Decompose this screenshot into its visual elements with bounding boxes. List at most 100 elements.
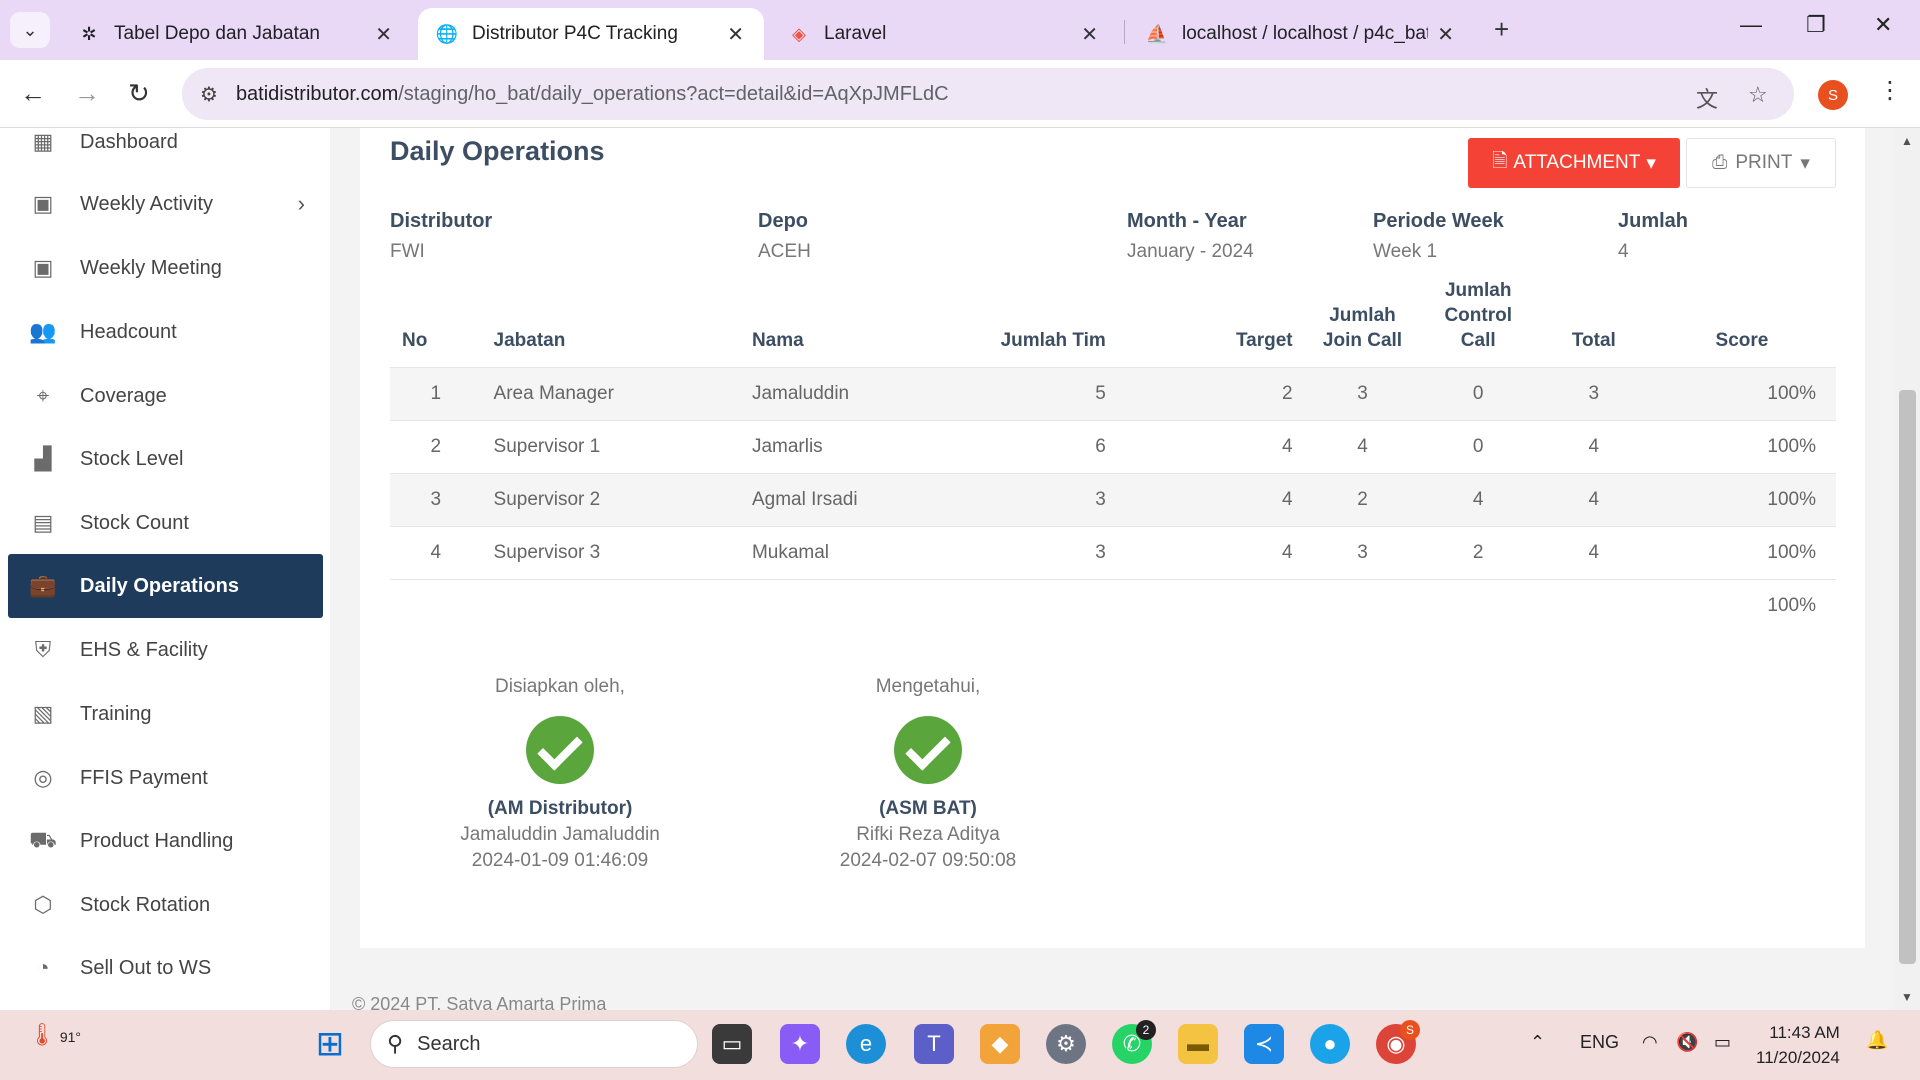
wifi-icon[interactable]: ◠ — [1642, 1032, 1658, 1053]
meta-value: FWI — [390, 241, 425, 262]
sidebar-item-daily-operations[interactable]: 💼 Daily Operations — [8, 554, 323, 618]
copilot-icon[interactable]: ✦ — [780, 1024, 820, 1064]
language-indicator[interactable]: ENG — [1580, 1032, 1619, 1053]
close-icon[interactable]: ✕ — [727, 22, 744, 47]
browser-tab-bar: ⌄ ✲ Tabel Depo dan Jabatan ✕ 🌐 Distribut… — [0, 0, 1920, 60]
tab-title: Laravel — [824, 23, 887, 44]
sidebar-item-stock-rotation[interactable]: ⬡ Stock Rotation — [8, 873, 323, 937]
cell-join-call: 4 — [1304, 420, 1421, 474]
print-button[interactable]: ⎙ PRINT ▾ — [1686, 138, 1836, 188]
sidebar-item-stock-count[interactable]: ▤ Stock Count — [8, 491, 323, 555]
sidebar-item-label: EHS & Facility — [80, 638, 208, 661]
sidebar-item-coverage[interactable]: ⌖ Coverage — [8, 364, 323, 428]
file-explorer-icon[interactable]: ▬ — [1178, 1024, 1218, 1064]
sidebar-item-dashboard[interactable]: ▦ Dashboard — [8, 128, 323, 174]
tray-expand-icon[interactable]: ⌃ — [1530, 1032, 1545, 1053]
phpstorm-icon[interactable]: ● — [1310, 1024, 1350, 1064]
cell-no: 3 — [390, 473, 482, 527]
cell-score: 100% — [1651, 420, 1836, 474]
forward-icon[interactable]: → — [74, 78, 100, 109]
vscode-icon[interactable]: ≺ — [1244, 1024, 1284, 1064]
sidebar-item-ehs-facility[interactable]: ⛨ EHS & Facility — [8, 618, 323, 682]
attachment-button[interactable]: 🗎 ATTACHMENT ▾ — [1468, 138, 1680, 188]
restore-button[interactable]: ❐ — [1806, 12, 1826, 38]
tab-laravel[interactable]: ◈ Laravel ✕ — [770, 8, 1118, 60]
scroll-down-arrow-icon[interactable]: ▼ — [1901, 990, 1913, 1004]
tab-distributor-p4c[interactable]: 🌐 Distributor P4C Tracking ✕ — [418, 8, 764, 60]
speaker-muted-icon[interactable]: 🔇 — [1676, 1032, 1698, 1053]
th-target: Target — [1117, 278, 1305, 368]
url-input[interactable]: ⚙ batidistributor.com/staging/ho_bat/dai… — [182, 68, 1794, 120]
new-tab-button[interactable]: + — [1494, 14, 1509, 45]
clock[interactable]: 11:43 AM 11/20/2024 — [1756, 1020, 1840, 1070]
sidebar-item-sell-out[interactable]: ◔ Sell Out to WS — [8, 936, 323, 1000]
th-control-call: Jumlah Control Call — [1420, 278, 1537, 368]
tab-title: Distributor P4C Tracking — [472, 23, 678, 44]
cell-target: 4 — [1117, 526, 1305, 580]
sidebar-item-product-handling[interactable]: ⛟ Product Handling — [8, 809, 323, 873]
close-icon[interactable]: ✕ — [1437, 22, 1454, 47]
browser-menu-icon[interactable]: ⋮ — [1878, 76, 1902, 105]
reload-icon[interactable]: ↻ — [128, 78, 150, 109]
edge-icon[interactable]: e — [846, 1024, 886, 1064]
sidebar-item-headcount[interactable]: 👥 Headcount — [8, 300, 323, 364]
scroll-thumb[interactable] — [1899, 390, 1916, 964]
page-content: ▦ Dashboard ▣ Weekly Activity › ▣ Weekly… — [0, 128, 1920, 1010]
hand-truck-icon: ⛟ — [29, 826, 57, 852]
translate-icon[interactable]: 文 — [1696, 82, 1718, 114]
cell-join-call: 3 — [1304, 367, 1421, 421]
sidebar-item-stock-level[interactable]: ▟ Stock Level — [8, 427, 323, 491]
people-icon: 👥 — [29, 319, 57, 344]
close-window-button[interactable]: ✕ — [1874, 12, 1892, 38]
cell-jabatan: Area Manager — [481, 367, 740, 421]
cell-join-call: 3 — [1304, 526, 1421, 580]
close-icon[interactable]: ✕ — [375, 22, 392, 47]
table-row: 2 Supervisor 1 Jamarlis 6 4 4 0 4 100% — [390, 420, 1836, 474]
scroll-up-arrow-icon[interactable]: ▲ — [1901, 134, 1913, 148]
cell-score: 100% — [1651, 473, 1836, 527]
cell-control-call: 0 — [1420, 367, 1537, 421]
sidebar-item-label: Weekly Meeting — [80, 256, 222, 279]
operations-table: No Jabatan Nama Jumlah Tim Target Jumlah… — [390, 278, 1836, 633]
teams-icon[interactable]: T — [914, 1024, 954, 1064]
sidebar-item-label: Product Handling — [80, 829, 234, 852]
payment-icon: ◎ — [33, 765, 53, 790]
cell-jumlah-tim: 5 — [988, 367, 1118, 421]
profile-avatar[interactable]: S — [1818, 80, 1848, 110]
cell-jabatan: Supervisor 3 — [481, 526, 740, 580]
chevron-right-icon: › — [297, 191, 305, 216]
sidebar-item-label: Training — [80, 702, 152, 725]
tab-search-button[interactable]: ⌄ — [10, 12, 50, 48]
th-total: Total — [1536, 278, 1652, 368]
sidebar-item-weekly-activity[interactable]: ▣ Weekly Activity › — [8, 172, 323, 236]
sidebar-item-label: Coverage — [80, 384, 167, 407]
battery-icon[interactable]: ▭ — [1714, 1032, 1731, 1053]
chevron-down-icon: ⌄ — [22, 19, 38, 40]
sidebar-item-ffis-payment[interactable]: ◎ FFIS Payment — [8, 746, 323, 810]
task-view-icon[interactable]: ▭ — [712, 1024, 752, 1064]
back-icon[interactable]: ← — [20, 78, 46, 109]
site-info-icon[interactable]: ⚙ — [200, 82, 218, 107]
taskbar-search[interactable]: ⚲ Search — [370, 1020, 698, 1068]
close-icon[interactable]: ✕ — [1081, 22, 1098, 47]
meta-value: January - 2024 — [1127, 241, 1254, 262]
tab-phpmyadmin[interactable]: ⛵ localhost / localhost / p4c_bat2 ✕ — [1128, 8, 1474, 60]
windows-start-icon[interactable]: ⊞ — [310, 1024, 350, 1064]
shield-icon: ⛨ — [34, 637, 52, 662]
git-icon[interactable]: ◆ — [980, 1024, 1020, 1064]
tab-tabel-depo[interactable]: ✲ Tabel Depo dan Jabatan ✕ — [60, 8, 412, 60]
page-footer: © 2024 PT. Satya Amarta Prima — [352, 994, 607, 1010]
sidebar-item-weekly-meeting[interactable]: ▣ Weekly Meeting — [8, 236, 323, 300]
sidebar-item-training[interactable]: ▧ Training — [8, 682, 323, 746]
settings-icon[interactable]: ⚙ — [1046, 1024, 1086, 1064]
notification-bell-icon[interactable]: 🔔 — [1866, 1030, 1888, 1051]
page-scrollbar[interactable]: ▲ ▼ — [1895, 128, 1920, 1010]
url-text: batidistributor.com/staging/ho_bat/daily… — [236, 83, 949, 106]
minimize-button[interactable]: — — [1740, 12, 1762, 38]
weather-widget[interactable]: 🌡 91° — [28, 1022, 81, 1048]
meta-value: 4 — [1618, 241, 1629, 262]
meta-month-year: Month - Year January - 2024 — [1127, 210, 1254, 263]
presentation-icon: ▣ — [32, 255, 54, 280]
bookmark-star-icon[interactable]: ☆ — [1748, 82, 1768, 108]
meta-periode-week: Periode Week Week 1 — [1373, 210, 1504, 263]
